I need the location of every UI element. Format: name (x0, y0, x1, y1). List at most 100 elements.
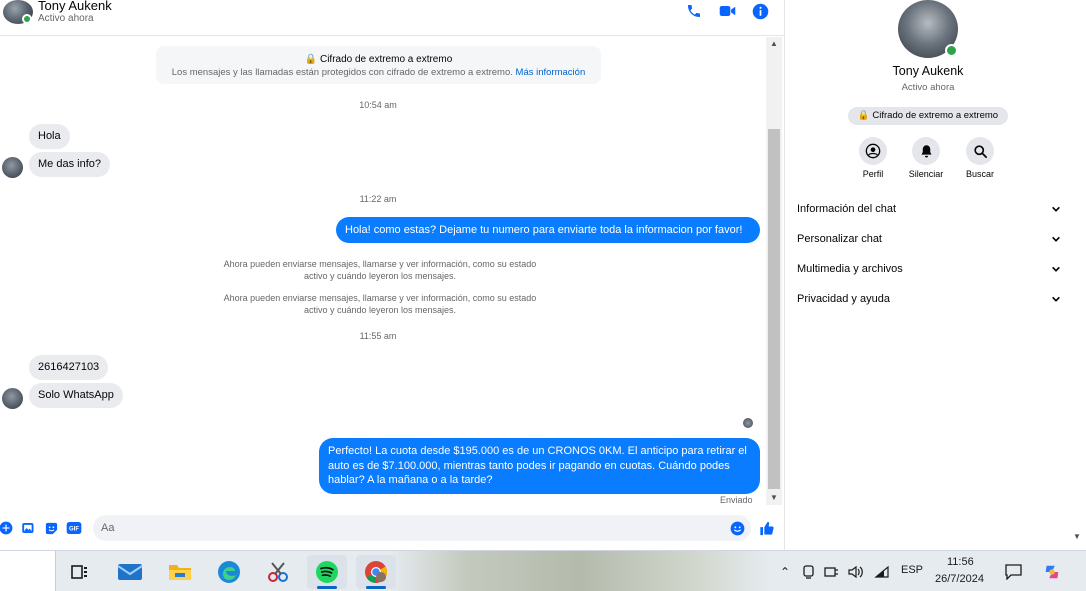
bell-icon (921, 144, 931, 157)
message-incoming[interactable]: Me das info? (29, 152, 110, 177)
taskbar-app-chrome[interactable] (356, 555, 396, 589)
speaker-icon (848, 565, 863, 579)
sender-avatar[interactable] (2, 157, 23, 178)
message-text-line: hablar? A la mañana o a la tarde? (328, 474, 493, 486)
app-window: Tony Aukenk Activo ahora 🔒 Cifrado de ex… (0, 0, 1086, 591)
chat-bubble-icon (1004, 564, 1022, 580)
taskbar-app-edge[interactable] (209, 555, 249, 589)
panel-contact-status: Activo ahora (901, 82, 955, 93)
desktop-wallpaper (390, 551, 770, 591)
contact-name[interactable]: Tony Aukenk (38, 0, 112, 13)
power-plug-icon (824, 567, 838, 577)
phone-icon (688, 5, 700, 17)
message-text-line: Perfecto! La cuota desde $195.000 es de … (328, 445, 747, 457)
wifi-icon[interactable] (873, 563, 891, 581)
panel-scroll-down-arrow-icon[interactable]: ▼ (1070, 532, 1084, 546)
seen-indicator-avatar (743, 418, 753, 428)
more-info-link[interactable]: Más información (516, 67, 586, 78)
taskbar-app-spotify[interactable] (307, 555, 347, 589)
profile-action-label: Perfil (862, 169, 884, 179)
video-camera-icon (719, 6, 735, 16)
message-outgoing[interactable]: Hola! como estas? Dejame tu numero para … (336, 217, 760, 243)
taskbar-app-mail[interactable] (110, 555, 150, 589)
lock-icon: 🔒 (857, 110, 870, 121)
scroll-down-arrow-icon[interactable]: ▼ (766, 491, 782, 505)
scrollbar-thumb[interactable] (768, 129, 780, 489)
chevron-down-icon (1052, 266, 1060, 272)
message-input[interactable] (93, 515, 751, 541)
encryption-title: Cifrado de extremo a extremo (319, 54, 453, 65)
message-text-line: auto es de $7.100.000, mientras tanto po… (328, 459, 730, 472)
emoji-smile-icon (730, 521, 744, 535)
search-action[interactable]: Buscar (950, 137, 1010, 179)
sender-avatar[interactable] (2, 388, 23, 409)
user-circle-icon (865, 143, 881, 159)
video-call-button[interactable] (717, 2, 737, 20)
emoji-button[interactable] (729, 520, 745, 536)
encryption-body: Los mensajes y las llamadas están proteg… (171, 67, 513, 78)
copilot-icon (1045, 565, 1059, 579)
chevron-down-icon (1052, 206, 1060, 212)
clock-date[interactable]: 26/7/2024 (935, 573, 984, 585)
camera-tray-icon (803, 565, 814, 579)
sticker-button[interactable] (43, 520, 59, 536)
message-incoming[interactable]: Solo WhatsApp (29, 383, 123, 408)
attach-media-button[interactable] (20, 520, 36, 536)
audio-call-button[interactable] (684, 2, 704, 20)
volume-icon[interactable] (847, 563, 865, 581)
chevron-down-icon (1052, 296, 1060, 302)
message-incoming[interactable]: 2616427103 (29, 355, 109, 380)
gif-button[interactable]: GIF (66, 520, 82, 536)
battery-plug-icon[interactable] (823, 563, 841, 581)
task-view-button[interactable] (60, 555, 100, 589)
copilot-button[interactable] (1043, 563, 1061, 581)
svg-text:GIF: GIF (69, 527, 79, 533)
wifi-signal-icon (874, 565, 889, 578)
section-privacy-support[interactable]: Privacidad y ayuda (797, 287, 1061, 311)
lock-icon: 🔒 (304, 54, 318, 65)
like-button[interactable] (759, 520, 775, 536)
edge-icon (218, 561, 240, 583)
info-icon (752, 3, 768, 19)
chat-header: Tony Aukenk Activo ahora (0, 0, 784, 36)
search-icon (973, 144, 987, 158)
taskbar-app-snipping-tool[interactable] (258, 555, 298, 589)
profile-action[interactable]: Perfil (843, 137, 903, 179)
online-indicator (945, 44, 958, 57)
timestamp: 11:55 am (359, 331, 397, 341)
sticker-icon (45, 522, 57, 534)
scissors-icon (268, 562, 288, 582)
meet-now-icon[interactable] (800, 563, 818, 581)
taskbar-search-box[interactable] (0, 551, 56, 591)
conversation-info-button[interactable] (750, 2, 770, 20)
active-app-indicator (317, 586, 337, 589)
chrome-icon (365, 561, 387, 583)
mute-action-label: Silenciar (908, 169, 944, 179)
timestamp: 10:54 am (359, 100, 397, 110)
task-view-icon (71, 565, 87, 579)
panel-contact-name: Tony Aukenk (892, 64, 964, 78)
section-customize-chat[interactable]: Personalizar chat (797, 227, 1061, 251)
thumbs-up-icon (760, 521, 774, 535)
active-app-indicator (366, 586, 386, 589)
message-list[interactable]: 🔒 Cifrado de extremo a extremo Los mensa… (0, 37, 766, 509)
more-actions-button[interactable] (0, 520, 14, 536)
message-incoming[interactable]: Hola (29, 124, 70, 149)
taskbar-app-file-explorer[interactable] (160, 555, 200, 589)
encryption-badge[interactable]: 🔒 Cifrado de extremo a extremo (848, 107, 1008, 125)
show-hidden-icons-chevron-up-icon[interactable]: ⌃ (776, 563, 794, 581)
sent-status: Enviado (720, 495, 753, 505)
notifications-button[interactable] (1004, 563, 1022, 581)
clock-time[interactable]: 11:56 (947, 556, 974, 568)
message-outgoing[interactable]: Perfecto! La cuota desde $195.000 es de … (319, 438, 760, 494)
section-chat-info[interactable]: Información del chat (797, 197, 1061, 221)
scroll-up-arrow-icon[interactable]: ▲ (766, 37, 782, 51)
mute-action[interactable]: Silenciar (896, 137, 956, 179)
message-scrollbar[interactable]: ▲ ▼ (766, 37, 782, 505)
input-language[interactable]: ESP (901, 564, 923, 576)
encryption-notice: 🔒 Cifrado de extremo a extremo Los mensa… (156, 46, 601, 84)
folder-icon (169, 565, 191, 580)
image-icon (21, 523, 33, 533)
section-media-files[interactable]: Multimedia y archivos (797, 257, 1061, 281)
mail-icon (117, 564, 143, 580)
